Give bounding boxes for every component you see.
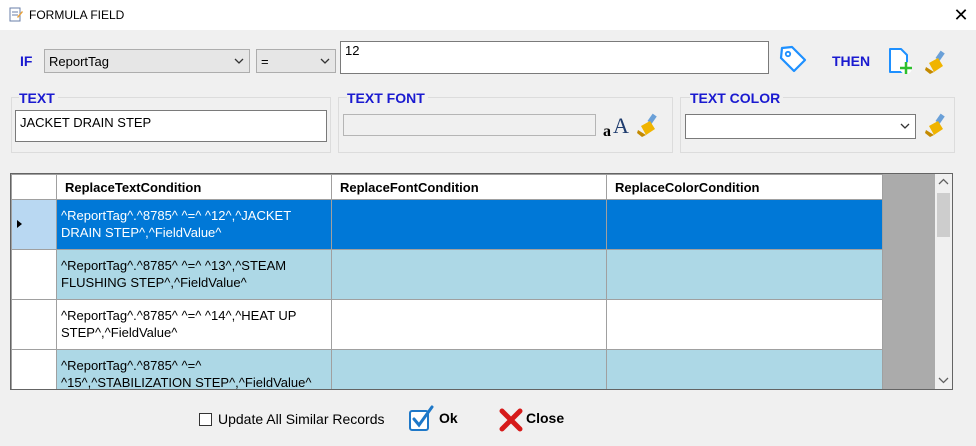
cell-text-condition[interactable]: ^ReportTag^.^8785^ ^=^ ^12^,^JACKET DRAI… — [56, 199, 332, 250]
chevron-down-icon — [234, 58, 244, 64]
close-button[interactable]: Close — [526, 410, 564, 426]
cell-color-condition[interactable] — [606, 349, 883, 389]
clear-font-brush-icon[interactable] — [636, 112, 662, 138]
row-header[interactable] — [11, 249, 57, 300]
text-value-input[interactable]: JACKET DRAIN STEP — [15, 110, 327, 142]
title-bar: FORMULA FIELD ✕ — [0, 0, 976, 30]
column-header-text[interactable]: ReplaceTextCondition — [56, 174, 332, 200]
if-label: IF — [20, 53, 33, 69]
cell-text-condition[interactable]: ^ReportTag^.^8785^ ^=^ ^13^,^STEAM FLUSH… — [56, 249, 332, 300]
close-x-icon[interactable] — [498, 407, 524, 433]
window-close-button[interactable]: ✕ — [946, 3, 976, 27]
cell-color-condition[interactable] — [606, 249, 883, 300]
update-all-checkbox[interactable] — [199, 413, 212, 426]
table-row[interactable]: ^ReportTag^.^8785^ ^=^ ^12^,^JACKET DRAI… — [11, 199, 883, 250]
cell-font-condition[interactable] — [331, 349, 607, 389]
cell-color-condition[interactable] — [606, 199, 883, 250]
row-header[interactable] — [11, 299, 57, 350]
cell-font-condition[interactable] — [331, 199, 607, 250]
grid-vertical-scrollbar[interactable] — [935, 174, 952, 389]
column-header-font[interactable]: ReplaceFontCondition — [331, 174, 607, 200]
operator-dropdown[interactable]: = — [256, 49, 336, 73]
table-row[interactable]: ^ReportTag^.^8785^ ^=^ ^15^,^STABILIZATI… — [11, 349, 883, 389]
color-dropdown[interactable] — [685, 114, 916, 139]
cell-text-condition[interactable]: ^ReportTag^.^8785^ ^=^ ^14^,^HEAT UP STE… — [56, 299, 332, 350]
svg-text:A: A — [613, 113, 629, 138]
scroll-up-arrow-icon[interactable] — [938, 178, 949, 186]
then-label: THEN — [832, 53, 871, 69]
conditions-grid: ReplaceTextCondition ReplaceFontConditio… — [10, 173, 953, 390]
window-title: FORMULA FIELD — [29, 8, 125, 22]
form-icon — [9, 7, 23, 22]
font-icon[interactable]: a A — [602, 111, 630, 139]
font-value-input — [343, 114, 596, 136]
row-header-corner — [11, 174, 57, 200]
row-header[interactable] — [11, 199, 57, 250]
tag-icon[interactable] — [778, 44, 808, 74]
color-group-label: TEXT COLOR — [690, 90, 784, 106]
ok-button[interactable]: Ok — [439, 410, 458, 426]
chevron-down-icon — [320, 58, 330, 64]
table-row[interactable]: ^ReportTag^.^8785^ ^=^ ^13^,^STEAM FLUSH… — [11, 249, 883, 300]
cell-text-condition[interactable]: ^ReportTag^.^8785^ ^=^ ^15^,^STABILIZATI… — [56, 349, 332, 389]
field-dropdown[interactable]: ReportTag — [44, 49, 250, 73]
ok-check-icon[interactable] — [408, 405, 434, 433]
row-header[interactable] — [11, 349, 57, 389]
add-file-icon[interactable] — [886, 47, 914, 75]
scrollbar-thumb[interactable] — [937, 193, 950, 237]
field-dropdown-value: ReportTag — [49, 54, 109, 69]
condition-value-input[interactable]: 12 — [340, 41, 769, 74]
operator-dropdown-value: = — [261, 54, 269, 69]
scroll-down-arrow-icon[interactable] — [938, 376, 949, 384]
update-all-label[interactable]: Update All Similar Records — [218, 411, 385, 427]
text-group-label: TEXT — [19, 90, 58, 106]
svg-text:a: a — [603, 123, 611, 139]
current-row-arrow-icon — [17, 220, 22, 228]
clear-brush-icon[interactable] — [924, 49, 950, 75]
cell-font-condition[interactable] — [331, 249, 607, 300]
chevron-down-icon — [900, 123, 910, 129]
font-group-label: TEXT FONT — [347, 90, 428, 106]
column-header-color[interactable]: ReplaceColorCondition — [606, 174, 883, 200]
grid-header-row: ReplaceTextCondition ReplaceFontConditio… — [11, 174, 883, 200]
clear-color-brush-icon[interactable] — [924, 112, 950, 138]
cell-color-condition[interactable] — [606, 299, 883, 350]
table-row[interactable]: ^ReportTag^.^8785^ ^=^ ^14^,^HEAT UP STE… — [11, 299, 883, 350]
cell-font-condition[interactable] — [331, 299, 607, 350]
